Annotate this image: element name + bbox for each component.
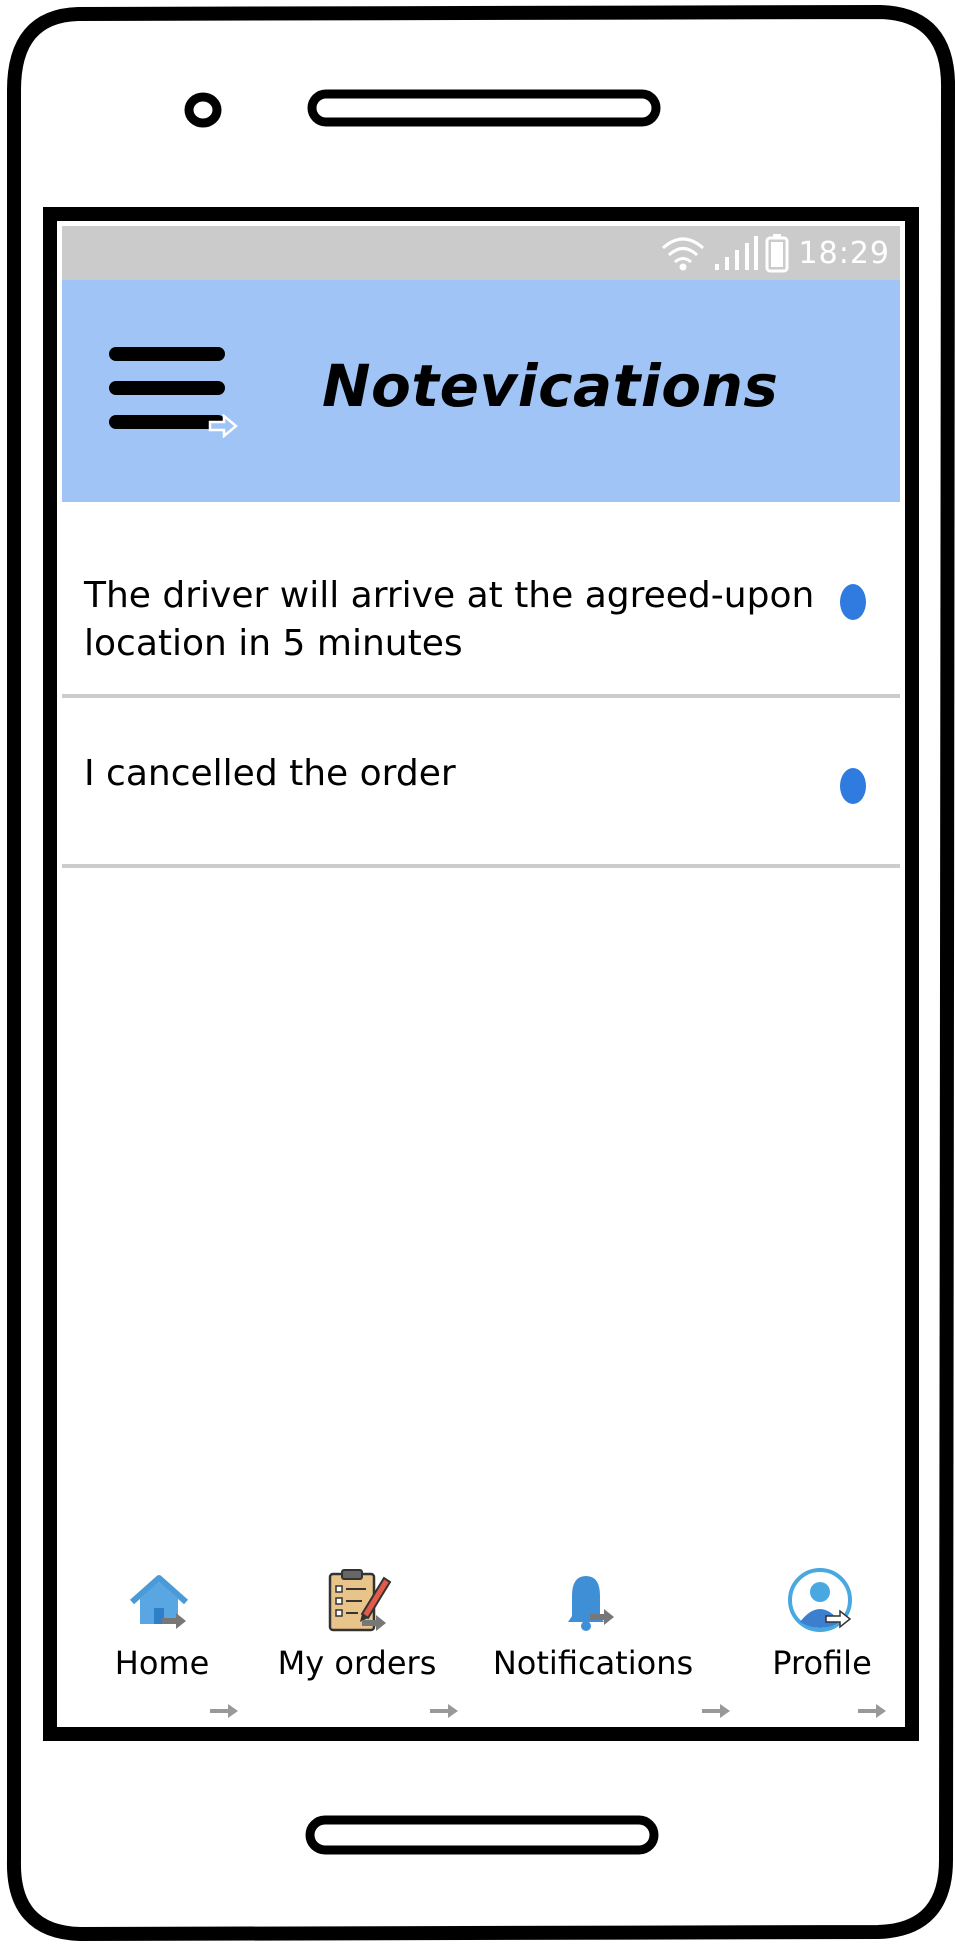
nav-label-notifications: Notifications [492,1644,694,1682]
speaker-bottom [305,1815,659,1855]
nav-item-my-orders[interactable]: My orders [272,1566,442,1686]
orders-clipboard-icon [328,1569,392,1632]
notification-list: The driver will arrive at the agreed-upo… [62,502,900,868]
app-screen: 18:29 Notevications The driver will arri… [62,226,900,1722]
camera-icon [184,92,222,128]
page-title: Notevications [322,352,779,420]
link-arrow-icon [208,414,238,438]
status-icons: 18:29 [659,232,890,274]
wifi-icon [661,237,704,271]
nav-item-profile[interactable]: Profile [752,1566,892,1686]
status-bar: 18:29 [62,226,900,280]
speaker-top [307,89,661,127]
menu-button[interactable] [108,342,238,460]
nav-label-profile: Profile [772,1644,872,1682]
bottom-nav: Home My orders Notifications Profile [62,1566,900,1722]
signal-icon [714,236,758,270]
home-icon [130,1575,188,1629]
notification-text: The driver will arrive at the agreed-upo… [84,575,815,664]
nav-item-home[interactable]: Home [102,1566,222,1686]
link-arrow-icon [430,1704,458,1718]
link-arrow-icon [210,1704,238,1718]
bell-icon [568,1576,614,1631]
divider [62,864,900,868]
link-arrow-icon [858,1704,886,1718]
notification-text: I cancelled the order [84,753,456,794]
battery-icon [765,234,789,273]
notification-item[interactable]: I cancelled the order [62,698,900,868]
status-time: 18:29 [798,235,890,271]
hamburger-menu-icon [109,347,225,429]
unread-indicator [840,584,866,620]
nav-label-home: Home [114,1644,210,1682]
profile-avatar-icon [788,1568,852,1632]
nav-item-notifications[interactable]: Notifications [490,1566,696,1686]
notification-item[interactable]: The driver will arrive at the agreed-upo… [62,502,900,698]
nav-label-my-orders: My orders [277,1644,437,1682]
link-arrow-icon [702,1704,730,1718]
app-header: Notevications [62,280,900,502]
unread-indicator [840,768,866,804]
